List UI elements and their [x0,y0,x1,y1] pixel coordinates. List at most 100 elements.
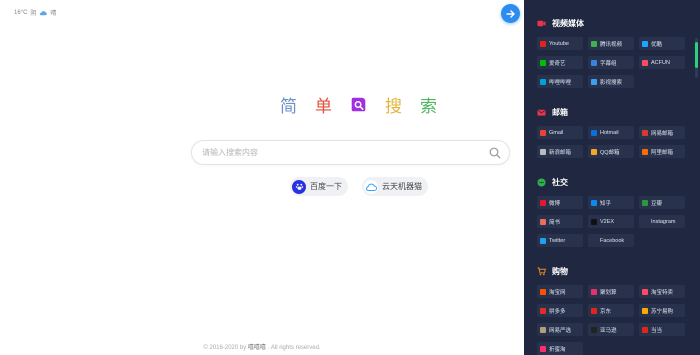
section-social-links: 微博 知乎 豆瓣 简书 V2EX Instagram Twitter Faceb… [537,196,685,247]
logo-char-3: 搜 [385,97,402,117]
link-label: 淘宝特卖 [651,289,674,296]
weather-widget[interactable]: 16°C 阴 晴 [14,8,56,18]
link-youtube[interactable]: Youtube [537,37,583,50]
footer-author-link[interactable]: 嘻嘻嘻 [248,345,266,351]
link-bilibili[interactable]: 哔哩哔哩 [537,75,583,88]
link-label: 折蜜淘 [549,346,566,353]
arrow-right-icon [505,9,515,18]
site-logo: 简 单 搜 索 [271,92,446,117]
link-iqiyi[interactable]: 爱奇艺 [537,56,583,69]
section-video-links: Youtube 腾讯视频 优酷 爱奇艺 字幕组 ACFUN 哔哩哔哩 影视搜索 [537,37,685,88]
weibo-icon [540,199,546,206]
youku-icon [642,40,648,47]
link-pinduoduo[interactable]: 拼多多 [537,304,583,317]
bilibili-icon [540,78,546,85]
netease-yanxuan-icon [540,326,546,333]
movie-search-icon [591,78,597,85]
link-instagram[interactable]: Instagram [639,215,685,228]
engine-cloud-button[interactable]: 云天机器猫 [362,177,428,196]
suning-icon [642,307,648,314]
link-amazon[interactable]: 亚马逊 [588,323,634,336]
link-qq-mail[interactable]: QQ邮箱 [588,145,634,158]
link-label: 微博 [549,200,561,207]
link-movie-search[interactable]: 影视搜索 [588,75,634,88]
v2ex-icon [591,218,597,225]
sidebar-scroll-thumb[interactable] [695,42,698,68]
chat-icon [537,177,546,187]
logo-mark-icon [351,97,366,112]
subtitle-group-icon [591,59,597,66]
link-label: Instagram [651,218,676,225]
juhuasuan-icon [591,288,597,295]
tencent-video-icon [591,40,597,47]
link-jianshu[interactable]: 简书 [537,215,583,228]
weather-temp: 16°C [14,9,28,16]
link-youku[interactable]: 优酷 [639,37,685,50]
link-label: 聚划算 [600,289,617,296]
section-social: 社交 微博 知乎 豆瓣 简书 V2EX Instagram Twitter Fa… [537,176,685,247]
link-netease-yanxuan[interactable]: 网易严选 [537,323,583,336]
section-social-label: 社交 [552,177,568,187]
engine-baidu-label: 百度一下 [310,182,342,191]
footer-prefix: © 2016-2020 by [203,345,248,351]
search-input[interactable] [202,148,482,157]
engine-baidu-button[interactable]: 百度一下 [290,177,348,196]
link-zhihu[interactable]: 知乎 [588,196,634,209]
search-box [191,140,510,165]
section-mail: 邮箱 Gmail Hotmail 网易邮箱 新浪邮箱 QQ邮箱 阿里邮箱 [537,106,685,158]
link-douban[interactable]: 豆瓣 [639,196,685,209]
link-label: 腾讯视频 [600,41,623,48]
sidebar: 视频媒体 Youtube 腾讯视频 优酷 爱奇艺 字幕组 ACFUN 哔哩哔哩 … [524,0,700,355]
iqiyi-icon [540,59,546,66]
weather-condition: 阴 [30,11,37,17]
link-hotmail[interactable]: Hotmail [588,126,634,139]
link-jd[interactable]: 京东 [588,304,634,317]
link-dangdang[interactable]: 当当 [639,323,685,336]
link-acfun[interactable]: ACFUN [639,56,685,69]
link-sina-mail[interactable]: 新浪邮箱 [537,145,583,158]
link-taobao-sale[interactable]: 淘宝特卖 [639,285,685,298]
link-tencent-video[interactable]: 腾讯视频 [588,37,634,50]
link-label: ACFUN [651,59,670,66]
link-weibo[interactable]: 微博 [537,196,583,209]
link-label: QQ邮箱 [600,149,620,156]
link-v2ex[interactable]: V2EX [588,215,634,228]
logo-char-1: 简 [280,97,297,117]
engine-cloud-label: 云天机器猫 [382,182,422,191]
cloud-icon [364,179,378,194]
section-mail-label: 邮箱 [552,107,568,117]
main-area: 16°C 阴 晴 简 单 搜 索 百度一下 云天 [0,0,524,355]
link-ali-mail[interactable]: 阿里邮箱 [639,145,685,158]
link-netease-mail[interactable]: 网易邮箱 [639,126,685,139]
link-twitter[interactable]: Twitter [537,234,583,247]
link-label: 豆瓣 [651,200,663,207]
search-icon[interactable] [489,147,501,159]
link-suning[interactable]: 苏宁易购 [639,304,685,317]
weather-cloud-icon [40,10,48,15]
link-label: Hotmail [600,129,619,136]
link-label: 网易严选 [549,327,572,334]
gmail-icon [540,129,546,136]
link-zhemitao[interactable]: 折蜜淘 [537,342,583,355]
link-gmail[interactable]: Gmail [537,126,583,139]
link-taobao[interactable]: 淘宝网 [537,285,583,298]
twitter-icon [540,237,546,244]
taobao-icon [540,288,546,295]
section-video: 视频媒体 Youtube 腾讯视频 优酷 爱奇艺 字幕组 ACFUN 哔哩哔哩 … [537,17,685,88]
video-icon [537,20,546,26]
link-subtitle-group[interactable]: 字幕组 [588,56,634,69]
link-label: 字幕组 [600,60,617,67]
link-label: 影视搜索 [600,79,623,86]
link-label: Twitter [549,237,566,244]
mail-icon [537,109,546,116]
taobao-sale-icon [642,288,648,295]
section-video-label: 视频媒体 [552,18,584,28]
link-facebook[interactable]: Facebook [588,234,634,247]
link-label: 爱奇艺 [549,60,566,67]
qq-mail-icon [591,148,597,155]
sina-mail-icon [540,148,546,155]
enter-button[interactable] [501,4,520,23]
link-label: 新浪邮箱 [549,149,572,156]
zhihu-icon [591,199,597,206]
link-juhuasuan[interactable]: 聚划算 [588,285,634,298]
